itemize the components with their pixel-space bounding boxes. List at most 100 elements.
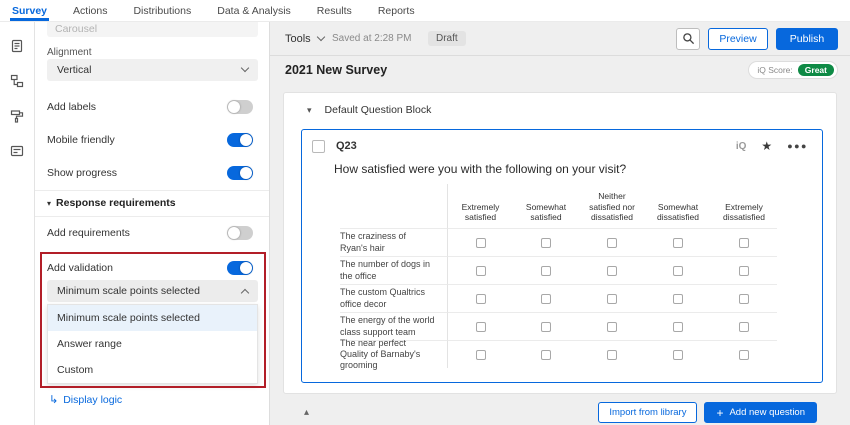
matrix-checkbox[interactable]	[673, 266, 683, 276]
block-header: ▾ Default Question Block	[307, 104, 431, 116]
add-validation-toggle[interactable]	[227, 261, 253, 275]
matrix-checkbox[interactable]	[541, 350, 551, 360]
alignment-select[interactable]: Vertical	[47, 59, 258, 81]
caret-down-icon: ▾	[47, 199, 51, 208]
matrix-cell	[579, 256, 645, 284]
question-text[interactable]: How satisfied were you with the followin…	[334, 162, 626, 176]
matrix-checkbox[interactable]	[476, 350, 486, 360]
option-minimum-scale-points[interactable]: Minimum scale points selected	[48, 305, 257, 331]
publish-button[interactable]: Publish	[776, 28, 838, 50]
divider	[35, 216, 269, 217]
question-select-checkbox[interactable]	[312, 140, 325, 153]
title-bar: 2021 New Survey iQ Score: Great	[270, 56, 850, 84]
mobile-friendly-toggle[interactable]	[227, 133, 253, 147]
matrix-row-label: The custom Qualtrics office decor	[340, 284, 447, 312]
plus-icon: +	[716, 407, 723, 419]
matrix-checkbox[interactable]	[607, 350, 617, 360]
matrix-checkbox[interactable]	[607, 322, 617, 332]
matrix-checkbox[interactable]	[673, 350, 683, 360]
matrix-cell	[711, 312, 777, 340]
matrix-checkbox[interactable]	[476, 238, 486, 248]
divider	[35, 190, 269, 191]
response-requirements-header[interactable]: ▾ Response requirements	[47, 197, 176, 209]
tab-reports[interactable]: Reports	[378, 0, 415, 21]
matrix-checkbox[interactable]	[541, 238, 551, 248]
matrix-cell	[447, 228, 513, 256]
validation-type-select[interactable]: Minimum scale points selected	[47, 280, 258, 302]
block-footer: ▴ Import from library + Add new question	[283, 402, 817, 423]
search-button[interactable]	[676, 28, 700, 50]
matrix-cell	[447, 256, 513, 284]
preview-button[interactable]: Preview	[708, 28, 768, 50]
option-answer-range[interactable]: Answer range	[48, 331, 257, 357]
import-from-library-button[interactable]: Import from library	[598, 402, 697, 423]
show-progress-label: Show progress	[47, 167, 117, 179]
question-card[interactable]: Q23 iQ ★ ●●● How satisfied were you with…	[301, 129, 823, 383]
matrix-checkbox[interactable]	[673, 294, 683, 304]
block-title: Default Question Block	[325, 104, 432, 116]
add-new-question-button[interactable]: + Add new question	[704, 402, 817, 423]
survey-title: 2021 New Survey	[285, 63, 387, 77]
matrix-checkbox[interactable]	[739, 238, 749, 248]
tab-data-analysis[interactable]: Data & Analysis	[217, 0, 291, 21]
matrix-corner	[340, 184, 447, 228]
app-window: Survey Actions Distributions Data & Anal…	[0, 0, 850, 425]
matrix-checkbox[interactable]	[541, 322, 551, 332]
chevron-up-icon	[241, 289, 249, 297]
show-progress-row: Show progress	[47, 165, 253, 181]
tab-survey[interactable]: Survey	[12, 0, 47, 21]
matrix-checkbox[interactable]	[739, 322, 749, 332]
matrix-checkbox[interactable]	[607, 266, 617, 276]
matrix-checkbox[interactable]	[739, 350, 749, 360]
matrix-checkbox[interactable]	[673, 322, 683, 332]
survey-builder-icon[interactable]	[7, 36, 27, 56]
star-icon[interactable]: ★	[761, 140, 772, 152]
matrix-cell	[711, 340, 777, 368]
mobile-friendly-label: Mobile friendly	[47, 134, 115, 146]
add-validation-row: Add validation	[47, 260, 253, 276]
matrix-checkbox[interactable]	[607, 294, 617, 304]
collapse-up-icon[interactable]: ▴	[304, 407, 309, 418]
editor-toolbar: Tools Saved at 2:28 PM Draft Preview Pub…	[270, 22, 850, 56]
matrix-checkbox[interactable]	[541, 266, 551, 276]
matrix-table: Extremely satisfied Somewhat satisfied N…	[340, 184, 777, 368]
add-requirements-toggle[interactable]	[227, 226, 253, 240]
matrix-checkbox[interactable]	[739, 294, 749, 304]
tab-distributions[interactable]: Distributions	[133, 0, 191, 21]
matrix-cell	[711, 284, 777, 312]
survey-options-icon[interactable]	[7, 141, 27, 161]
matrix-column-header: Extremely dissatisfied	[711, 184, 777, 228]
main-area: Tools Saved at 2:28 PM Draft Preview Pub…	[270, 22, 850, 425]
matrix-cell	[513, 256, 579, 284]
show-progress-toggle[interactable]	[227, 166, 253, 180]
add-labels-toggle[interactable]	[227, 100, 253, 114]
tools-label: Tools	[285, 33, 311, 45]
matrix-cell	[579, 312, 645, 340]
add-requirements-row: Add requirements	[47, 225, 253, 241]
matrix-checkbox[interactable]	[476, 322, 486, 332]
matrix-checkbox[interactable]	[607, 238, 617, 248]
carousel-value: Carousel	[55, 23, 97, 35]
look-and-feel-icon[interactable]	[7, 106, 27, 126]
survey-flow-icon[interactable]	[7, 71, 27, 91]
tools-button[interactable]: Tools	[285, 33, 324, 45]
matrix-checkbox[interactable]	[476, 294, 486, 304]
matrix-checkbox[interactable]	[739, 266, 749, 276]
matrix-cell	[579, 340, 645, 368]
carousel-dropdown[interactable]: Carousel	[47, 22, 258, 37]
option-custom[interactable]: Custom	[48, 357, 257, 383]
tab-actions[interactable]: Actions	[73, 0, 107, 21]
collapse-block-icon[interactable]: ▾	[307, 105, 312, 116]
alignment-label: Alignment	[47, 47, 91, 58]
mobile-friendly-row: Mobile friendly	[47, 132, 253, 148]
matrix-checkbox[interactable]	[673, 238, 683, 248]
display-logic-link[interactable]: ↳ Display logic	[49, 393, 122, 406]
matrix-checkbox[interactable]	[476, 266, 486, 276]
matrix-cell	[645, 256, 711, 284]
footer-buttons: Import from library + Add new question	[598, 402, 817, 423]
matrix-cell	[645, 340, 711, 368]
tab-results[interactable]: Results	[317, 0, 352, 21]
more-options-icon[interactable]: ●●●	[787, 141, 808, 151]
iq-analysis-icon[interactable]: iQ	[736, 141, 747, 152]
matrix-checkbox[interactable]	[541, 294, 551, 304]
